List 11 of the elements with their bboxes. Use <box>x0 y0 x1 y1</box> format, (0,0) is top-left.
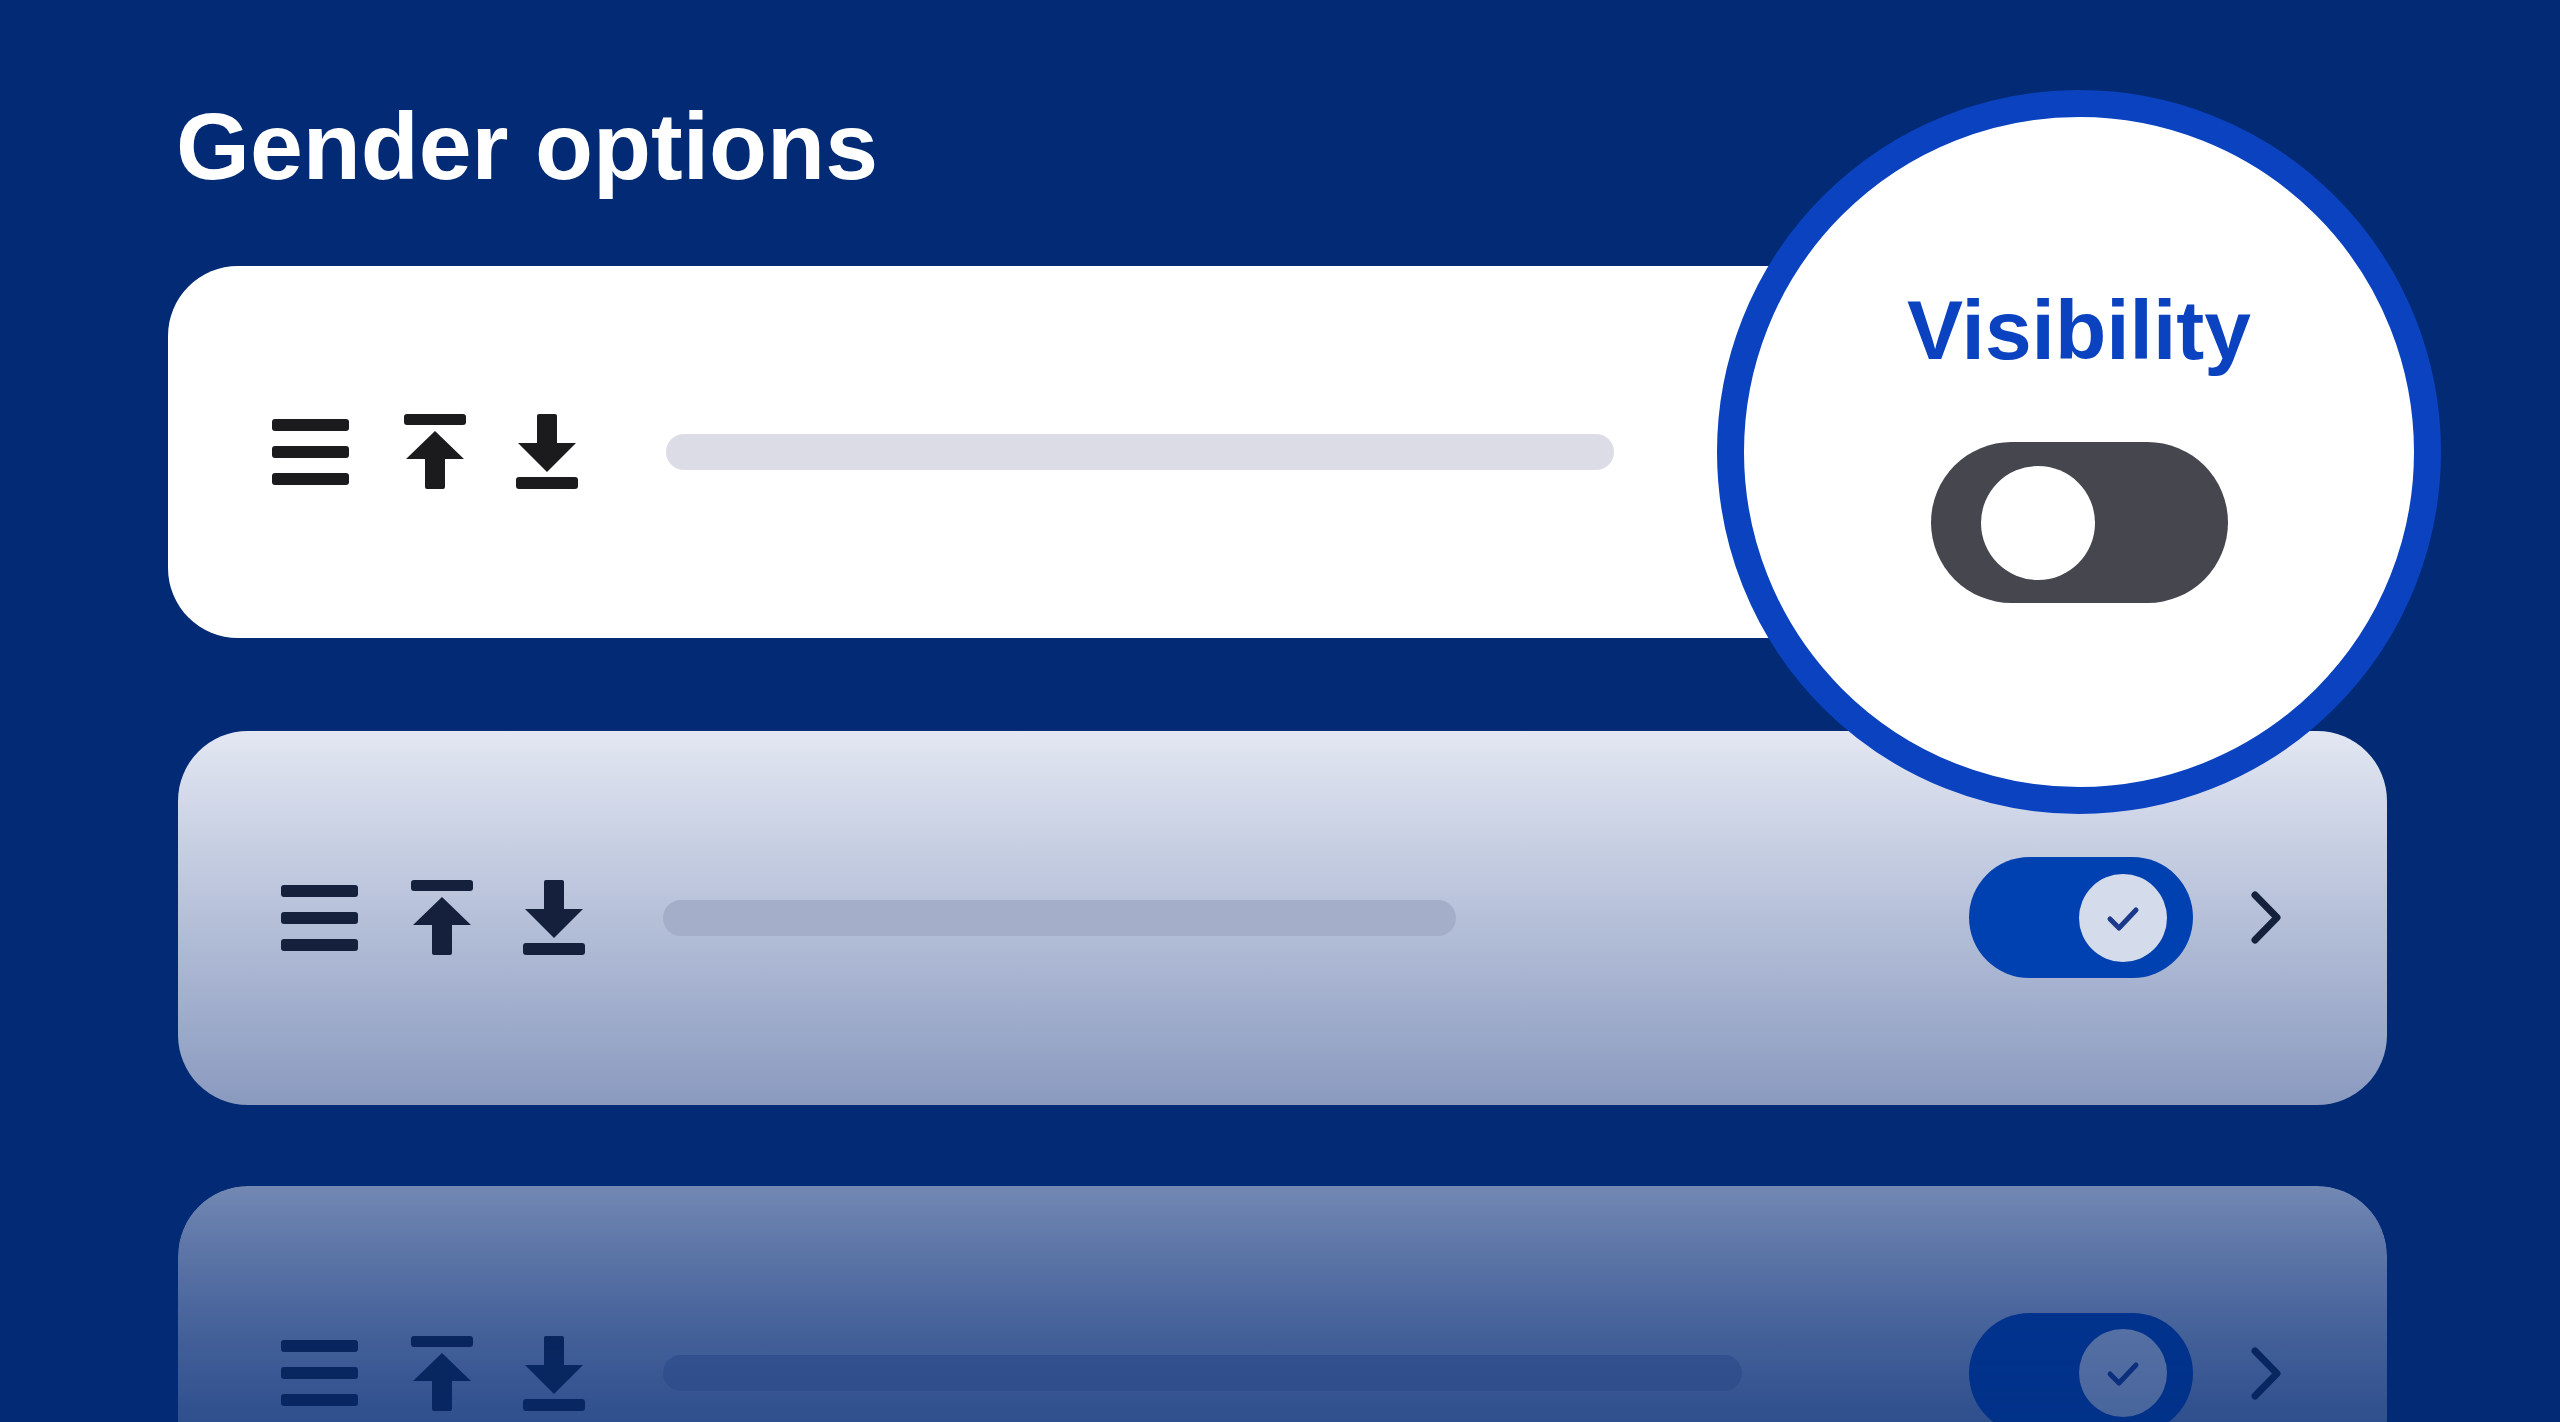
arrow-up-to-line-icon[interactable] <box>410 880 474 956</box>
arrow-down-to-line-icon[interactable] <box>522 880 586 956</box>
page-title: Gender options <box>176 92 878 201</box>
chevron-right-icon[interactable] <box>2249 889 2283 947</box>
visibility-label: Visibility <box>1907 282 2251 379</box>
arrow-up-to-line-icon[interactable] <box>403 414 467 490</box>
check-icon <box>2079 1329 2167 1418</box>
menu-icon[interactable] <box>281 884 358 951</box>
check-icon <box>2079 873 2167 962</box>
menu-icon[interactable] <box>272 418 349 485</box>
arrow-down-to-line-icon[interactable] <box>515 414 579 490</box>
